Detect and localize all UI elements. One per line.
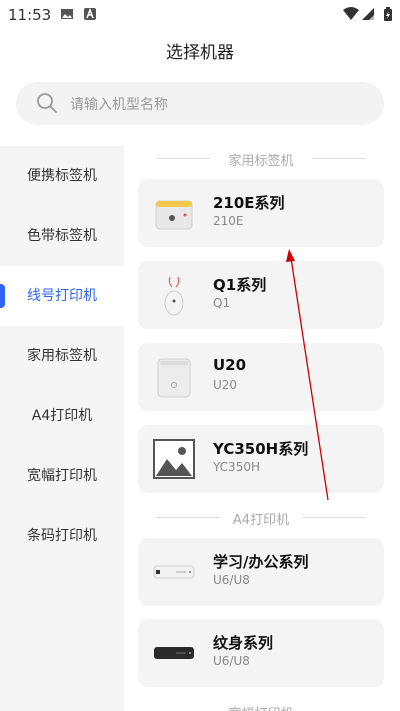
placeholder-image-icon <box>153 439 195 479</box>
section-header: A4打印机 <box>156 507 366 528</box>
sidebar-item-label: 便携标签机 <box>27 168 97 184</box>
sidebar-item-label: 家用标签机 <box>27 348 97 364</box>
printer-study-image <box>153 565 195 579</box>
sidebar-item-wire[interactable]: 线号打印机 <box>0 266 124 326</box>
device-card-u20[interactable]: U20 U20 <box>138 343 384 411</box>
a-icon <box>84 7 96 20</box>
device-model: U6/U8 <box>213 573 250 587</box>
section-title: A4打印机 <box>232 513 290 528</box>
sidebar-item-ribbon[interactable]: 色带标签机 <box>0 206 124 266</box>
section-title: 宽幅打印机 <box>156 703 366 711</box>
page-title: 选择机器 <box>166 43 234 63</box>
device-name: 210E系列 <box>213 194 285 212</box>
sidebar-item-label: 色带标签机 <box>27 228 97 244</box>
divider <box>312 158 366 159</box>
device-name: Q1系列 <box>213 276 267 294</box>
section-title: 家用标签机 <box>228 154 294 169</box>
section-header: 宽幅打印机 <box>156 701 366 711</box>
device-model: YC350H <box>213 460 260 474</box>
device-name: 纹身系列 <box>213 634 274 652</box>
sidebar-item-label: 宽幅打印机 <box>27 468 97 484</box>
status-bar: 11:53 <box>0 0 400 30</box>
device-model: Q1 <box>213 296 231 310</box>
device-card-study[interactable]: 学习/办公系列 U6/U8 <box>138 538 384 606</box>
image-icon <box>61 9 73 19</box>
printer-u20-image <box>157 358 191 398</box>
device-model: U6/U8 <box>213 654 250 668</box>
sidebar-item-label: 条码打印机 <box>27 528 97 544</box>
active-indicator <box>0 284 5 308</box>
device-card-tattoo[interactable]: 纹身系列 U6/U8 <box>138 619 384 687</box>
device-card-yc350h[interactable]: YC350H系列 YC350H <box>138 425 384 493</box>
divider <box>302 517 366 518</box>
status-time: 11:53 <box>8 6 52 24</box>
section-header: 家用标签机 <box>156 148 366 169</box>
printer-q1-image <box>164 276 184 316</box>
search-placeholder: 请输入机型名称 <box>70 97 168 113</box>
sidebar-item-wide[interactable]: 宽幅打印机 <box>0 446 124 506</box>
sidebar-item-label: A4打印机 <box>31 408 93 424</box>
search-input[interactable]: 请输入机型名称 <box>16 82 384 125</box>
sidebar-item-label: 线号打印机 <box>27 288 97 304</box>
device-name: YC350H系列 <box>213 440 309 458</box>
device-name: U20 <box>213 356 247 374</box>
device-card-q1[interactable]: Q1系列 Q1 <box>138 261 384 329</box>
sidebar-item-barcode[interactable]: 条码打印机 <box>0 506 124 566</box>
printer-210e-image <box>155 200 193 230</box>
battery-icon <box>384 7 392 21</box>
search-icon <box>37 93 57 113</box>
printer-tattoo-image <box>154 647 194 659</box>
sidebar-item-a4[interactable]: A4打印机 <box>0 386 124 446</box>
sidebar-item-portable[interactable]: 便携标签机 <box>0 146 124 206</box>
device-model: 210E <box>213 214 244 228</box>
signal-icon <box>362 8 374 20</box>
device-model: U20 <box>213 378 238 392</box>
sidebar-item-home[interactable]: 家用标签机 <box>0 326 124 386</box>
wifi-icon <box>343 7 359 20</box>
device-name: 学习/办公系列 <box>213 553 309 571</box>
device-card-210e[interactable]: 210E系列 210E <box>138 179 384 247</box>
category-sidebar: 便携标签机 色带标签机 线号打印机 家用标签机 A4打印机 宽幅打印机 条码打印… <box>0 146 124 711</box>
